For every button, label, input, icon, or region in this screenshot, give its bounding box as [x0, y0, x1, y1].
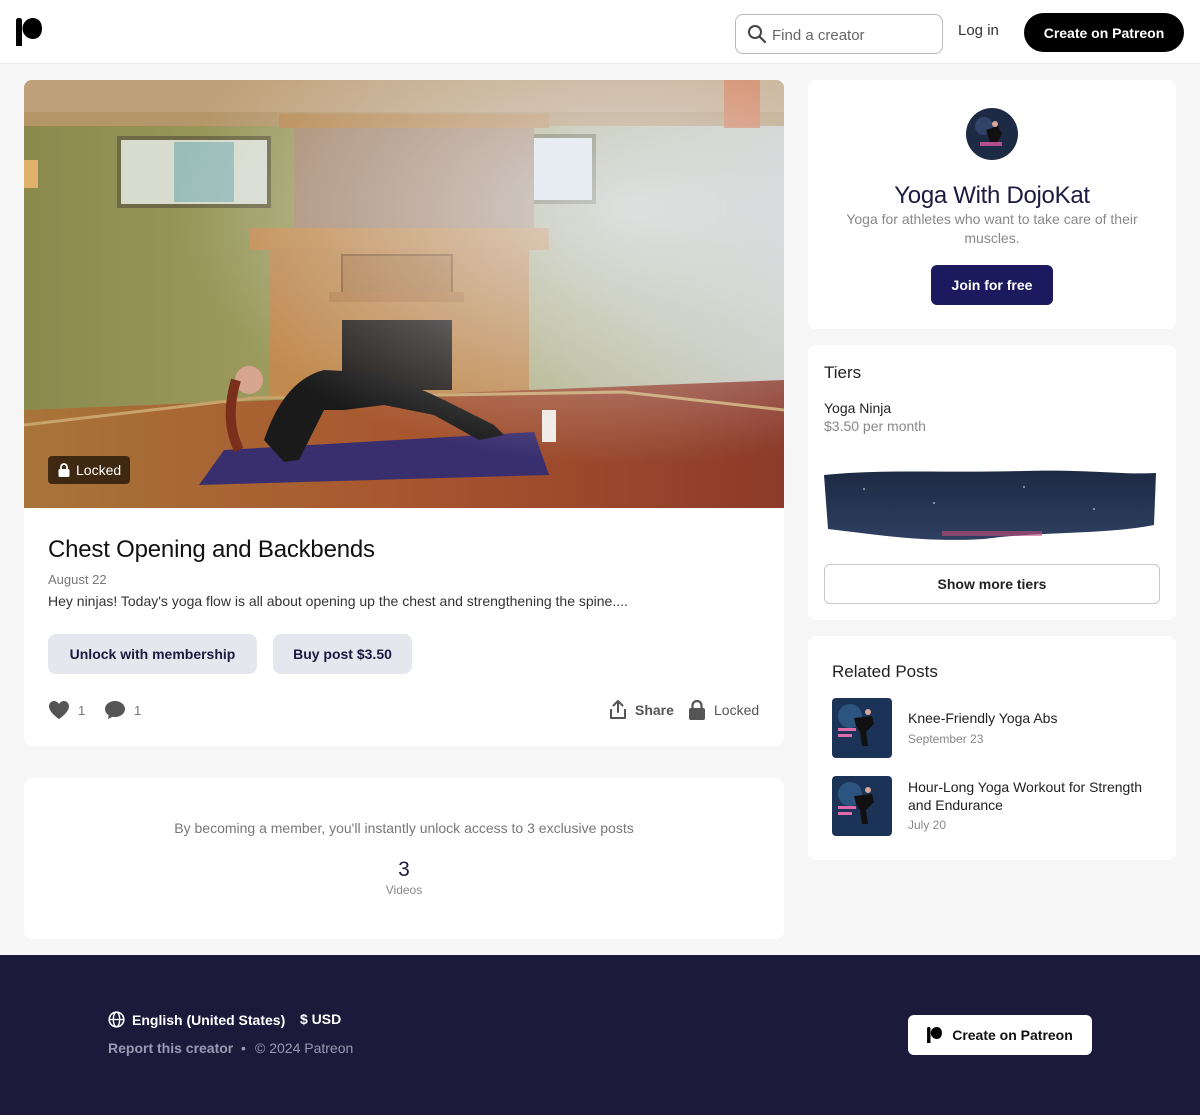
tier-price: $3.50 per month	[824, 418, 926, 434]
tiers-card: Tiers Yoga Ninja $3.50 per month Show mo…	[808, 345, 1176, 620]
post-excerpt: Hey ninjas! Today's yoga flow is all abo…	[48, 593, 628, 609]
related-posts-heading: Related Posts	[832, 662, 938, 681]
share-label: Share	[635, 702, 674, 718]
search-input[interactable]	[772, 23, 932, 47]
unlock-with-membership-button[interactable]: Unlock with membership	[48, 634, 257, 674]
login-link[interactable]: Log in	[958, 22, 999, 39]
related-post-date: September 23	[908, 732, 984, 746]
related-post-title[interactable]: Knee-Friendly Yoga Abs	[908, 709, 1158, 727]
tier-name[interactable]: Yoga Ninja	[824, 400, 891, 416]
top-header: Log in Create on Patreon	[0, 0, 1200, 64]
exclusive-post-count: 3	[398, 858, 410, 881]
like-count: 1	[78, 702, 86, 718]
locked-status-label: Locked	[714, 702, 760, 718]
patreon-logo-icon	[927, 1027, 943, 1043]
post-preview-image[interactable]: Locked	[24, 80, 784, 508]
yoga-room-illustration	[24, 80, 784, 508]
create-on-patreon-button[interactable]: Create on Patreon	[1024, 13, 1184, 52]
comment-count: 1	[134, 702, 142, 718]
locked-chip: Locked	[48, 456, 131, 484]
related-post-thumbnail[interactable]	[832, 776, 892, 836]
membership-summary-card: By becoming a member, you'll instantly u…	[24, 778, 784, 939]
related-post-title[interactable]: Hour-Long Yoga Workout for Strength and …	[908, 778, 1158, 814]
lock-icon	[58, 463, 70, 477]
membership-summary-text: By becoming a member, you'll instantly u…	[174, 820, 634, 836]
creator-name[interactable]: Yoga With DojoKat	[808, 182, 1176, 210]
report-creator-link[interactable]: Report this creator	[108, 1040, 233, 1056]
related-posts-card: Related Posts Knee-Friendly Yoga Abs Sep…	[808, 636, 1176, 860]
creator-avatar[interactable]	[962, 104, 1022, 164]
footer-create-label: Create on Patreon	[952, 1027, 1073, 1043]
related-post-item[interactable]: Hour-Long Yoga Workout for Strength and …	[832, 776, 1162, 836]
share-button[interactable]: Share	[609, 700, 674, 720]
like-button[interactable]: 1	[48, 700, 85, 720]
comment-icon	[105, 701, 125, 719]
heart-icon	[49, 701, 69, 719]
language-selector[interactable]: English (United States)	[108, 1011, 285, 1028]
footer-separator: •	[241, 1040, 246, 1056]
exclusive-post-type: Videos	[385, 883, 423, 897]
creator-card: Yoga With DojoKat Yoga for athletes who …	[808, 80, 1176, 329]
patreon-logo-icon[interactable]	[16, 18, 42, 46]
locked-status: Locked	[688, 700, 759, 720]
show-more-tiers-button[interactable]: Show more tiers	[824, 564, 1160, 604]
search-box[interactable]	[735, 14, 943, 54]
language-label: English (United States)	[132, 1011, 286, 1028]
buy-post-button[interactable]: Buy post $3.50	[273, 634, 412, 674]
copyright-text: © 2024 Patreon	[255, 1040, 354, 1056]
locked-chip-label: Locked	[76, 462, 122, 478]
comment-button[interactable]: 1	[104, 700, 141, 720]
tiers-heading: Tiers	[824, 363, 862, 382]
currency-selector[interactable]: $ USD	[300, 1011, 341, 1027]
share-icon	[610, 700, 626, 719]
related-post-thumbnail[interactable]	[832, 698, 892, 758]
related-post-item[interactable]: Knee-Friendly Yoga Abs September 23	[832, 698, 1162, 758]
post-date: August 22	[48, 572, 107, 587]
page-footer: English (United States) $ USD Report thi…	[0, 955, 1200, 1115]
lock-icon	[689, 700, 705, 720]
post-card: Locked Chest Opening and Backbends Augus…	[24, 80, 784, 746]
creator-description: Yoga for athletes who want to take care …	[846, 211, 1138, 246]
search-icon	[748, 25, 767, 44]
tier-banner-image	[824, 469, 1156, 545]
footer-create-on-patreon-button[interactable]: Create on Patreon	[908, 1015, 1092, 1055]
post-title[interactable]: Chest Opening and Backbends	[48, 536, 375, 564]
join-for-free-button[interactable]: Join for free	[931, 265, 1053, 305]
related-post-date: July 20	[908, 818, 947, 832]
globe-icon	[108, 1011, 125, 1028]
